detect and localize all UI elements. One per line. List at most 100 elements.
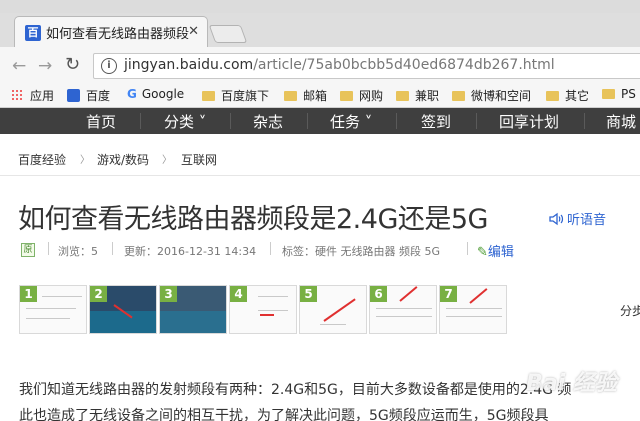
thumb-image <box>90 311 156 333</box>
step-thumbnail-3[interactable]: 3 <box>159 285 227 334</box>
meta-divider <box>48 242 49 255</box>
folder-icon <box>546 91 559 101</box>
bookmarks-bar: 应用 百度 G Google 百度旗下 邮箱 网购 兼职 微博和空间 其它 PS <box>0 82 640 108</box>
bookmark-label: 百度旗下 <box>221 89 270 103</box>
url-text: jingyan.baidu.com/article/75ab0bcbb5d40e… <box>124 57 555 73</box>
folder-icon <box>396 91 409 101</box>
thumb-text-line <box>446 308 502 309</box>
step-thumbnail-4[interactable]: 4 <box>229 285 297 334</box>
nav-divider <box>584 113 585 129</box>
step-thumbnail-7[interactable]: 7 <box>439 285 507 334</box>
nav-item-mall[interactable]: 商城 <box>606 111 636 132</box>
page-title: 如何查看无线路由器频段是2.4G还是5G <box>18 204 488 235</box>
window-top-bar <box>0 0 640 13</box>
bookmark-label: 应用 <box>30 89 55 103</box>
thumb-arrow <box>399 286 418 302</box>
reload-icon[interactable]: ↻ <box>65 54 80 75</box>
bookmark-label: PS <box>621 87 636 101</box>
site-info-icon[interactable]: i <box>101 58 117 74</box>
view-count: 浏览：5 <box>58 245 98 258</box>
meta-divider <box>270 242 271 255</box>
bookmark-folder-mail[interactable]: 邮箱 <box>284 87 327 104</box>
bookmark-folder-baidu-qixia[interactable]: 百度旗下 <box>202 87 269 104</box>
step-thumbnail-1[interactable]: 1 <box>19 285 87 334</box>
divider <box>0 175 640 176</box>
nav-item-tasks[interactable]: 任务 ˅ <box>330 111 372 132</box>
breadcrumb-item[interactable]: 百度经验 <box>18 151 66 168</box>
thumb-image <box>160 311 226 333</box>
steps-label[interactable]: 分步 <box>620 302 640 319</box>
baidu-jingyan-watermark: Bai 经验 <box>526 371 617 396</box>
folder-icon <box>452 91 465 101</box>
nav-divider <box>230 113 231 129</box>
step-thumbnail-2[interactable]: 2 <box>89 285 157 334</box>
updated-time: 更新：2016-12-31 14:34 <box>124 245 257 258</box>
paragraph-line-2: 此也造成了无线设备之间的相互干扰，为了解决此问题，5G频段应运而生，5G频段具 <box>19 408 549 421</box>
browser-tab-strip: 百 如何查看无线路由器频段 ✕ <box>0 0 640 47</box>
folder-icon <box>602 89 615 99</box>
thumb-text-line <box>42 296 82 297</box>
site-nav-bar: 首页 分类 ˅ 杂志 任务 ˅ 签到 回享计划 商城 <box>0 108 640 134</box>
breadcrumb-item[interactable]: 互联网 <box>181 151 217 168</box>
thumb-text-line <box>446 316 502 317</box>
step-number: 7 <box>440 286 457 302</box>
bookmark-label: 其它 <box>565 89 590 103</box>
bookmark-label: Google <box>141 87 185 101</box>
bookmark-google[interactable]: G Google <box>127 87 184 101</box>
step-thumbnail-5[interactable]: 5 <box>299 285 367 334</box>
bookmark-folder-other[interactable]: 其它 <box>546 87 589 104</box>
bookmark-baidu[interactable]: 百度 <box>67 87 110 104</box>
nav-divider <box>140 113 141 129</box>
bookmark-folder-parttime[interactable]: 兼职 <box>396 87 439 104</box>
breadcrumb-item[interactable]: 游戏/数码 <box>97 151 149 168</box>
bookmark-apps[interactable]: 应用 <box>11 87 54 104</box>
baidu-icon <box>67 89 80 102</box>
folder-icon <box>202 91 215 101</box>
back-arrow-icon[interactable]: ← <box>12 56 26 76</box>
address-bar[interactable]: i jingyan.baidu.com/article/75ab0bcbb5d4… <box>93 53 640 79</box>
bookmark-folder-weibo[interactable]: 微博和空间 <box>452 87 531 104</box>
thumb-arrow <box>323 298 356 322</box>
browser-tab-active[interactable]: 百 如何查看无线路由器频段 ✕ <box>14 16 208 47</box>
step-thumbnails: 1 2 3 4 5 6 7 <box>19 285 509 335</box>
nav-item-checkin[interactable]: 签到 <box>421 111 451 132</box>
thumb-text-line <box>258 310 288 311</box>
nav-item-home[interactable]: 首页 <box>86 111 116 132</box>
step-number: 1 <box>20 286 37 302</box>
google-icon: G <box>127 87 137 101</box>
edit-button[interactable]: ✎编辑 <box>477 241 514 260</box>
nav-divider <box>396 113 397 129</box>
nav-item-magazine[interactable]: 杂志 <box>253 111 283 132</box>
thumb-text-line <box>376 308 432 309</box>
listen-label: 听语音 <box>567 213 607 228</box>
new-tab-button[interactable] <box>208 25 248 43</box>
breadcrumb-separator-icon: 〉 <box>80 155 90 166</box>
thumb-text-line <box>376 316 432 317</box>
edit-label: 编辑 <box>487 245 514 260</box>
tags[interactable]: 标签：硬件 无线路由器 频段 5G <box>282 243 440 259</box>
folder-icon <box>284 91 297 101</box>
tab-title: 如何查看无线路由器频段 <box>46 27 190 42</box>
breadcrumb-separator-icon: 〉 <box>162 155 172 166</box>
step-thumbnail-6[interactable]: 6 <box>369 285 437 334</box>
nav-item-share-plan[interactable]: 回享计划 <box>499 111 559 132</box>
step-number: 4 <box>230 286 247 302</box>
bookmark-label: 邮箱 <box>303 89 328 103</box>
thumb-text-line <box>258 296 288 297</box>
thumb-text-line <box>26 308 76 309</box>
forward-arrow-icon[interactable]: → <box>38 56 52 76</box>
step-number: 2 <box>90 286 107 302</box>
step-number: 5 <box>300 286 317 302</box>
bookmark-folder-ps[interactable]: PS <box>602 87 636 101</box>
thumb-text-line <box>26 318 70 319</box>
paragraph-line-1: 我们知道无线路由器的发射频段有两种：2.4G和5G，目前大多数设备都是使用的2.… <box>19 382 572 398</box>
apps-icon <box>11 89 24 102</box>
nav-item-category[interactable]: 分类 ˅ <box>164 111 206 132</box>
bookmark-label: 百度 <box>86 89 111 103</box>
url-host: jingyan.baidu.com <box>124 57 254 73</box>
tab-close-icon[interactable]: ✕ <box>188 24 199 39</box>
listen-button[interactable]: 听语音 <box>548 209 606 228</box>
bookmark-folder-shopping[interactable]: 网购 <box>340 87 383 104</box>
baidu-favicon-icon: 百 <box>25 25 41 41</box>
step-number: 3 <box>160 286 177 302</box>
